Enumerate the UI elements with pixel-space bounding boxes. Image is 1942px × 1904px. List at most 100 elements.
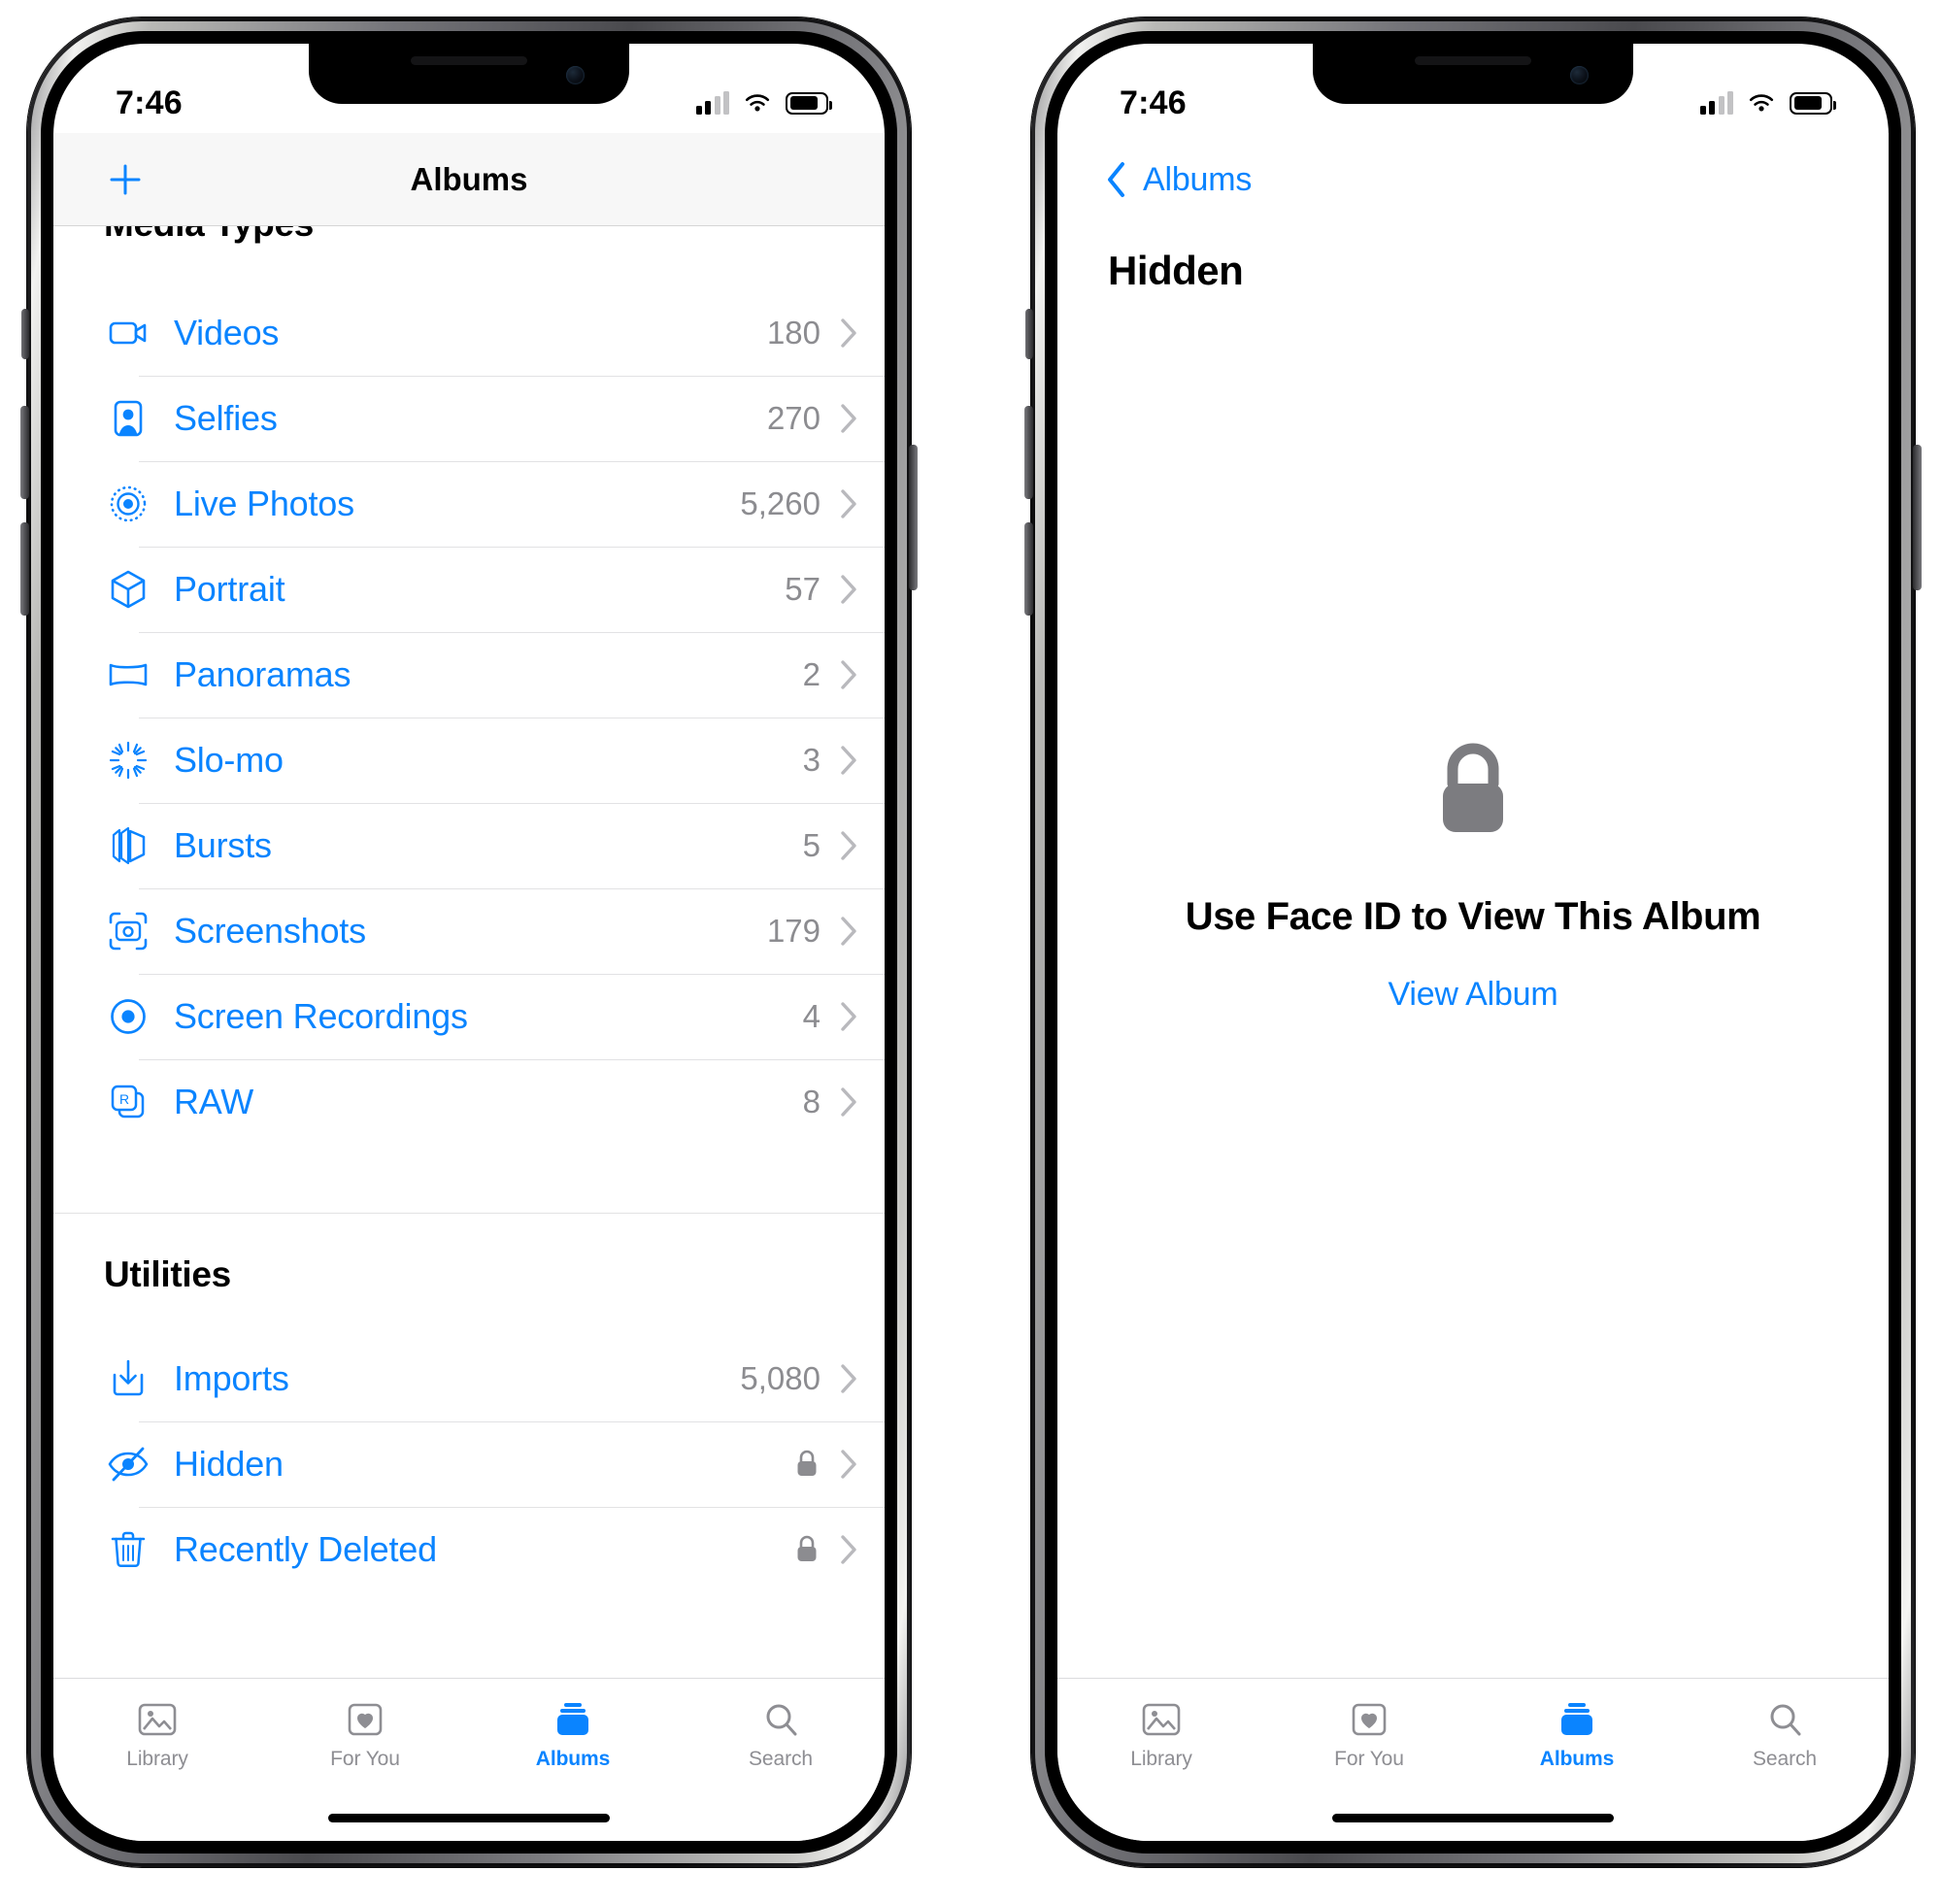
album-count: 180 [766, 315, 820, 351]
slomo-icon [104, 736, 152, 785]
tab-library[interactable]: Library [53, 1700, 261, 1771]
silent-switch[interactable] [21, 309, 29, 359]
album-count: 8 [802, 1084, 820, 1119]
nav-bar: Albums [53, 133, 885, 226]
photos-library-icon [1142, 1703, 1181, 1736]
chevron-right-icon [841, 575, 856, 604]
back-button[interactable]: Albums [1104, 159, 1252, 200]
album-row-screenshots[interactable]: Screenshots 179 [53, 888, 885, 974]
tab-label: For You [330, 1748, 400, 1770]
tab-albums[interactable]: Albums [469, 1700, 677, 1771]
tab-for-you[interactable]: For You [1265, 1700, 1473, 1771]
live-photo-icon [104, 480, 152, 528]
chevron-right-icon [841, 1535, 856, 1564]
section-header-media-types: Media Types [53, 226, 885, 250]
view-album-button[interactable]: View Album [1388, 976, 1557, 1014]
tab-label: Albums [535, 1748, 611, 1770]
album-label: Live Photos [174, 484, 354, 523]
cellular-signal-icon [695, 91, 729, 115]
chevron-right-icon [841, 489, 856, 518]
tab-label: Search [749, 1748, 813, 1770]
album-row-selfies[interactable]: Selfies 270 [53, 376, 885, 461]
album-label: Selfies [174, 398, 278, 438]
front-camera-icon [566, 66, 585, 84]
volume-up-button[interactable] [1024, 406, 1033, 499]
album-row-screen-recordings[interactable]: Screen Recordings 4 [53, 974, 885, 1059]
album-label: Videos [174, 313, 280, 352]
album-row-recently-deleted[interactable]: Recently Deleted [53, 1507, 885, 1592]
svg-text:R: R [119, 1091, 129, 1107]
notch [309, 44, 629, 104]
tab-library[interactable]: Library [1057, 1700, 1265, 1771]
album-count: 4 [802, 998, 820, 1034]
tab-search[interactable]: Search [1681, 1700, 1889, 1771]
trash-icon [104, 1525, 152, 1574]
page-title: Albums [410, 160, 528, 197]
album-label: Panoramas [174, 654, 352, 694]
album-row-bursts[interactable]: Bursts 5 [53, 803, 885, 888]
album-row-hidden[interactable]: Hidden [53, 1421, 885, 1507]
chevron-right-icon [841, 1364, 856, 1393]
plus-icon[interactable] [104, 158, 147, 201]
album-row-portrait[interactable]: Portrait 57 [53, 547, 885, 632]
album-label: Screen Recordings [174, 996, 468, 1036]
album-label: Imports [174, 1358, 289, 1398]
home-indicator[interactable] [328, 1814, 610, 1822]
album-count: 3 [802, 742, 820, 778]
tab-search[interactable]: Search [677, 1700, 885, 1771]
battery-icon [786, 91, 832, 115]
chevron-right-icon [841, 1002, 856, 1031]
chevron-left-icon [1108, 162, 1124, 197]
chevron-right-icon [841, 1450, 856, 1479]
tab-albums[interactable]: Albums [1473, 1700, 1681, 1771]
locked-album-pane: Use Face ID to View This Album View Albu… [1057, 294, 1889, 1595]
lock-closed-icon [1431, 741, 1515, 849]
album-row-panoramas[interactable]: Panoramas 2 [53, 632, 885, 718]
power-button[interactable] [1913, 445, 1922, 590]
album-row-slo-mo[interactable]: Slo-mo 3 [53, 718, 885, 803]
volume-down-button[interactable] [1024, 522, 1033, 616]
album-count: 2 [802, 656, 820, 692]
album-label: Bursts [174, 825, 272, 865]
earpiece-speaker [1415, 56, 1531, 65]
album-count: 179 [766, 913, 820, 949]
lock-closed-icon [793, 1533, 820, 1566]
notch [1313, 44, 1633, 104]
power-button[interactable] [909, 445, 918, 590]
back-button-label: Albums [1143, 160, 1253, 198]
home-indicator[interactable] [1332, 1814, 1614, 1822]
album-label: Portrait [174, 569, 285, 609]
album-count: 5,260 [740, 485, 820, 521]
status-indicators [1699, 91, 1836, 115]
album-row-live-photos[interactable]: Live Photos 5,260 [53, 461, 885, 547]
wifi-icon [745, 94, 770, 112]
earpiece-speaker [411, 56, 527, 65]
tab-bar: Library For You Albums Search [53, 1678, 885, 1841]
phone-bezel: 7:46 [41, 31, 897, 1854]
status-time: 7:46 [1120, 84, 1187, 121]
battery-icon [1790, 91, 1836, 115]
bursts-icon [104, 821, 152, 870]
albums-stack-icon [557, 1703, 588, 1735]
screen-albums: 7:46 Albums Videos 180 Selfies 270 Live … [53, 44, 885, 1841]
raw-icon: R [104, 1078, 152, 1126]
tab-label: Albums [1539, 1748, 1615, 1770]
page-title: Hidden [1108, 248, 1244, 293]
silent-switch[interactable] [1025, 309, 1033, 359]
albums-list[interactable]: Media Types Videos 180 [53, 226, 885, 1712]
tab-label: For You [1334, 1748, 1404, 1770]
import-tray-icon [104, 1354, 152, 1403]
volume-up-button[interactable] [20, 406, 29, 499]
record-circle-icon [104, 992, 152, 1041]
volume-down-button[interactable] [20, 522, 29, 616]
albums-stack-icon [1561, 1703, 1592, 1735]
album-row-videos[interactable]: Videos 180 [53, 290, 885, 376]
iphone-mockup-hidden-album: 7:46 Albums Hidden Use Face ID to View T… [1024, 17, 1922, 1867]
lock-closed-icon [793, 1448, 820, 1481]
tab-for-you[interactable]: For You [261, 1700, 469, 1771]
phone-bezel: 7:46 [1045, 31, 1901, 1854]
album-count: 5,080 [740, 1360, 820, 1396]
album-row-raw[interactable]: R RAW 8 [53, 1059, 885, 1145]
album-label: Screenshots [174, 911, 366, 951]
album-row-imports[interactable]: Imports 5,080 [53, 1336, 885, 1421]
